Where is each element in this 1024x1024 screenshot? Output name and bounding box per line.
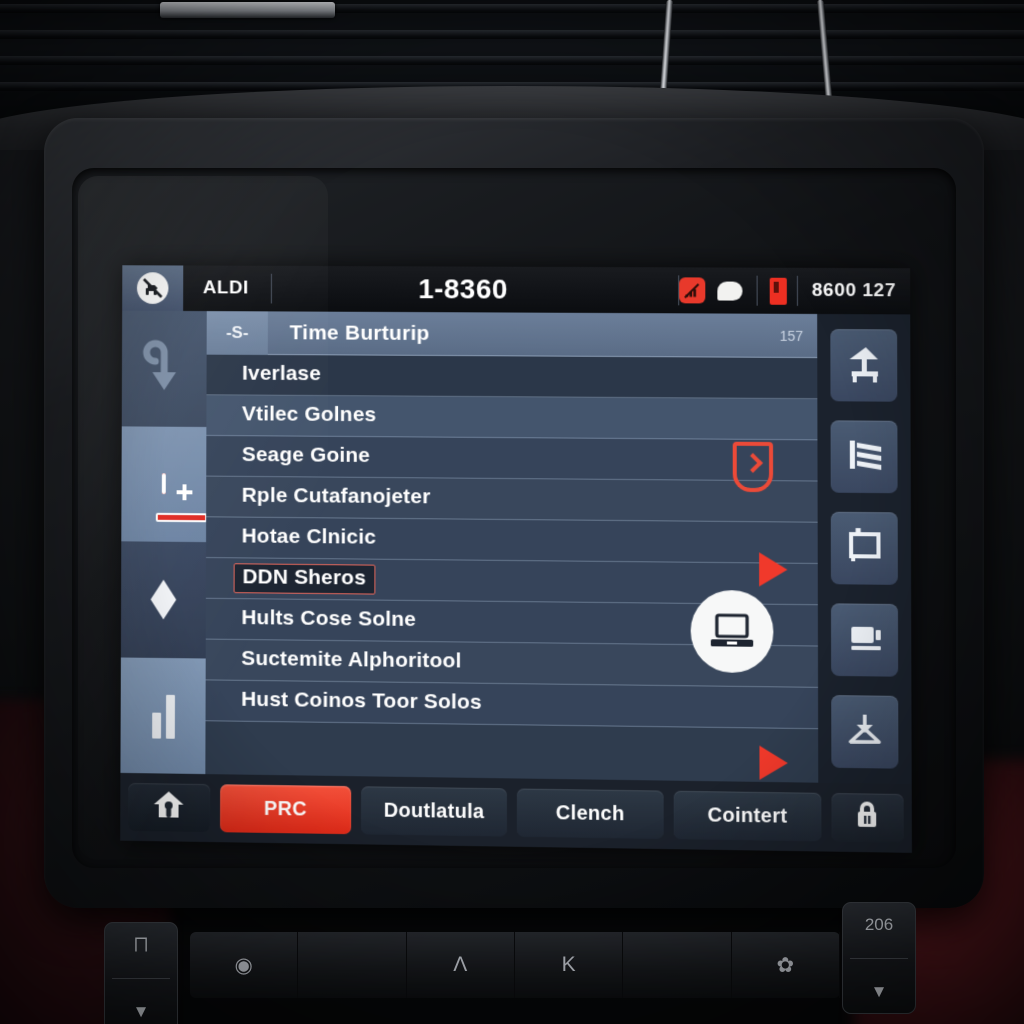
home-icon: [153, 789, 185, 825]
hook-arrow-down-icon: [142, 334, 186, 403]
list-item-label: Rple Cutafanojeter: [241, 483, 431, 509]
lock-button[interactable]: [831, 792, 904, 843]
hw-key-blank-2[interactable]: [623, 932, 732, 998]
hw-key-k[interactable]: K: [515, 932, 624, 998]
status-icon-group: [678, 275, 793, 306]
red-card-icon[interactable]: [769, 277, 787, 305]
toolbar-item-monitor[interactable]: [830, 603, 899, 677]
layers-list-icon: [844, 434, 885, 480]
vent-tab-left[interactable]: [160, 2, 335, 18]
toolbar-item-download[interactable]: [831, 694, 899, 769]
bottom-button-bar: PRC Doutlatula Clench Cointert: [120, 772, 912, 853]
hw-rocker-right[interactable]: 206 ▼: [842, 902, 916, 1014]
rocker-divider: [112, 977, 170, 979]
list-panel: -S- Time Burturip 157 Iverlase Vtilec Go…: [205, 310, 819, 783]
list-item-label: Suctemite Alphoritool: [241, 646, 462, 673]
list-rows: Iverlase Vtilec Golnes Seage Goine Rple …: [205, 354, 819, 730]
hw-rocker-right-top: 206: [864, 914, 894, 934]
hardware-button-strip: ◉ Λ K ✿: [190, 932, 840, 998]
sidebar-item-signal-bars[interactable]: [120, 656, 206, 775]
list-header-title: Time Burturip: [289, 320, 430, 345]
brand-label: ALDI: [202, 277, 249, 299]
padlock-icon: [853, 799, 882, 836]
left-sidebar: [120, 310, 208, 775]
cointert-button[interactable]: Cointert: [673, 790, 822, 842]
infotainment-screen[interactable]: ALDI 1-8360 8600 127 -S- Time Burturip 1…: [120, 265, 912, 853]
list-item-label: DDN Sheros: [233, 563, 375, 595]
list-item-label: Hust Coinos Toor Solos: [241, 687, 482, 714]
hw-rocker-left-top: ⨅: [134, 934, 148, 954]
list-item[interactable]: Vtilec Golnes: [206, 395, 818, 441]
prc-button[interactable]: PRC: [219, 784, 352, 835]
list-header-count: 157: [779, 327, 804, 344]
diamond-icon: [151, 580, 177, 620]
signal-bars-icon: [151, 692, 175, 739]
monitor-icon: [844, 617, 885, 663]
download-tray-icon: [844, 708, 885, 754]
clench-button[interactable]: Clench: [516, 788, 664, 839]
hw-rocker-right-bottom: ▼: [870, 981, 888, 1001]
hw-rocker-left-bottom: ▼: [132, 1001, 150, 1021]
sidebar-item-diamond[interactable]: [120, 541, 207, 658]
hw-rocker-left[interactable]: ⨅ ▼: [104, 922, 178, 1024]
list-item-label: Hults Cose Solne: [241, 606, 417, 631]
list-item[interactable]: Hotae Clnicic: [206, 517, 818, 564]
toolbar-item-upload[interactable]: [830, 329, 898, 403]
list-item-label: Iverlase: [242, 361, 322, 386]
list-item[interactable]: Hust Coinos Toor Solos: [205, 680, 819, 730]
serial-number: 8600 127: [811, 279, 897, 302]
first-aid-kit-icon: [155, 473, 208, 523]
list-item-label: Hotae Clnicic: [241, 524, 377, 549]
list-item-label: Seage Goine: [241, 443, 371, 467]
doutlatula-button[interactable]: Doutlatula: [361, 786, 507, 837]
sidebar-item-first-aid[interactable]: [121, 425, 208, 543]
list-item[interactable]: Seage Goine: [206, 435, 818, 482]
main-area: -S- Time Burturip 157 Iverlase Vtilec Go…: [120, 310, 912, 785]
speech-bubble-icon[interactable]: [717, 281, 743, 301]
hw-key-blank-1[interactable]: [298, 932, 407, 998]
red-no-signal-icon[interactable]: [678, 277, 706, 304]
red-shield-chevron-icon[interactable]: [732, 441, 774, 493]
list-header-icon[interactable]: -S-: [206, 310, 268, 355]
red-play-icon[interactable]: [759, 745, 788, 781]
toolbar-item-layers[interactable]: [830, 420, 898, 494]
unit-code: 1-8360: [418, 273, 508, 305]
status-bar: ALDI 1-8360 8600 127: [122, 265, 911, 315]
right-sidebar: [817, 313, 912, 785]
hw-key-lambda[interactable]: Λ: [407, 932, 515, 998]
clipboard-frame-icon: [844, 525, 885, 571]
list-item[interactable]: Rple Cutafanojeter: [206, 476, 818, 523]
upload-arrow-icon: [844, 343, 885, 388]
status-divider-3: [756, 275, 758, 306]
brand-logo-cell[interactable]: [122, 265, 184, 311]
no-cellphone-circle-icon: [136, 272, 169, 304]
hw-key-power[interactable]: ◉: [190, 932, 299, 998]
list-header: -S- Time Burturip 157: [206, 310, 818, 359]
rocker-divider: [850, 957, 908, 959]
car-infotainment-photo: ALDI 1-8360 8600 127 -S- Time Burturip 1…: [0, 0, 1024, 1024]
toolbar-item-clipboard[interactable]: [830, 511, 898, 585]
hw-key-defrost[interactable]: ✿: [732, 932, 840, 998]
laptop-circle-icon: [690, 589, 774, 674]
home-button[interactable]: [128, 782, 210, 833]
red-play-icon[interactable]: [759, 552, 788, 587]
list-item-label: Vtilec Golnes: [241, 402, 377, 427]
list-item[interactable]: Iverlase: [206, 354, 818, 400]
sidebar-item-hook-arrow[interactable]: [121, 310, 207, 427]
